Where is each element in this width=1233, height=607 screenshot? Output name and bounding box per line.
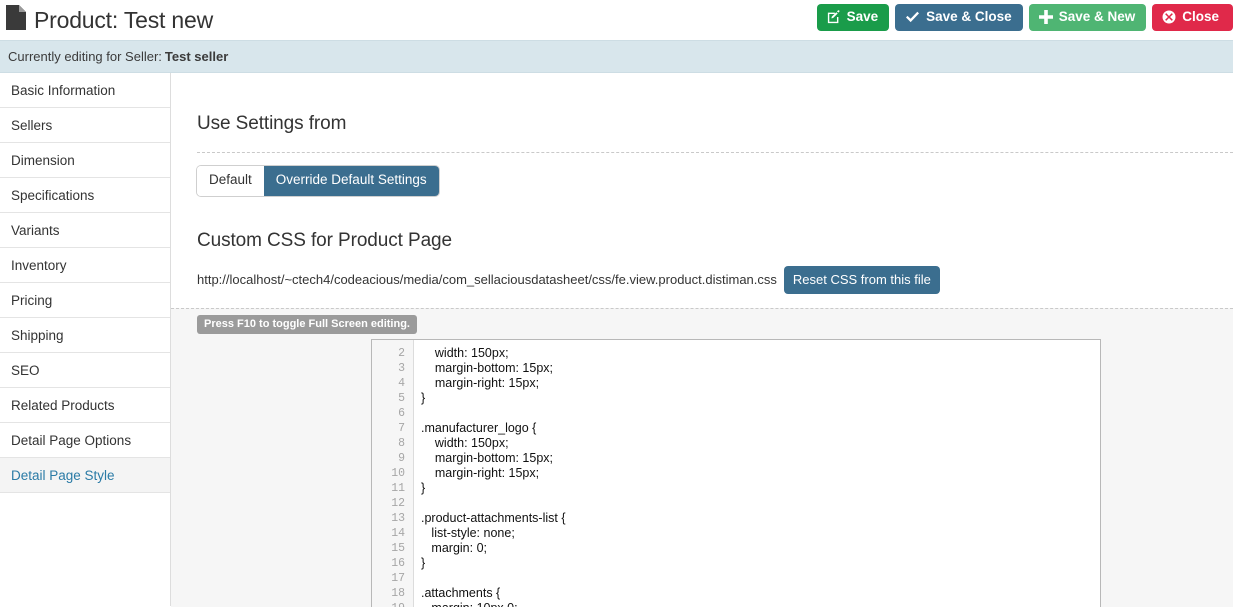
- editor-code-line[interactable]: .attachments {: [414, 586, 1100, 601]
- editor-line-number: 5: [398, 391, 405, 405]
- editor-code-line[interactable]: list-style: none;: [414, 526, 1100, 541]
- divider-1: [197, 152, 1233, 153]
- times-circle-icon: [1162, 10, 1176, 24]
- settings-option-default[interactable]: Default: [197, 166, 264, 196]
- editor-line-number: 15: [391, 541, 405, 555]
- seller-context-banner: Currently editing for Seller: Test selle…: [0, 40, 1233, 73]
- sidebar-item-detail-page-style[interactable]: Detail Page Style: [0, 458, 170, 493]
- save-button-label: Save: [846, 9, 879, 25]
- sidebar-item-specifications[interactable]: Specifications: [0, 178, 170, 213]
- editor-code-line[interactable]: margin-right: 15px;: [414, 466, 1100, 481]
- save-and-new-button[interactable]: Save & New: [1028, 4, 1147, 31]
- editor-code-line[interactable]: }: [414, 556, 1100, 571]
- seller-banner-prefix: Currently editing for Seller:: [8, 49, 162, 64]
- custom-css-heading: Custom CSS for Product Page: [197, 229, 452, 251]
- seller-banner-name: Test seller: [164, 49, 229, 64]
- sidebar-item-related-products[interactable]: Related Products: [0, 388, 170, 423]
- css-file-path: http://localhost/~ctech4/codeacious/medi…: [197, 272, 777, 288]
- sidebar-item-label: Related Products: [11, 397, 115, 413]
- editor-code-line[interactable]: margin: 10px 0;: [414, 601, 1100, 607]
- editor-code-line[interactable]: width: 150px;: [414, 346, 1100, 361]
- editor-line-number: 17: [391, 571, 405, 585]
- save-and-close-button[interactable]: Save & Close: [895, 4, 1023, 31]
- sidebar-item-label: Dimension: [11, 152, 75, 168]
- css-code-editor[interactable]: 23456789101112131415161718192021 width: …: [371, 338, 1101, 607]
- editor-line-number: 18: [391, 586, 405, 600]
- editor-line-number: 19: [372, 601, 413, 607]
- editor-line-number: 16: [391, 556, 405, 570]
- editor-line-number: 7: [398, 421, 405, 435]
- editor-code-line[interactable]: }: [414, 481, 1100, 496]
- sidebar-item-label: SEO: [11, 362, 40, 378]
- sidebar-item-label: Shipping: [11, 327, 64, 343]
- page-body: Basic Information Sellers Dimension Specifi…: [0, 73, 1233, 607]
- reset-css-button[interactable]: Reset CSS from this file: [783, 265, 940, 294]
- editor-code-line[interactable]: margin-right: 15px;: [414, 376, 1100, 391]
- sidebar-item-sellers[interactable]: Sellers: [0, 108, 170, 143]
- editor-line-number: 14: [391, 526, 405, 540]
- sidebar-item-label: Detail Page Options: [11, 432, 132, 448]
- sidebar-nav: Basic Information Sellers Dimension Specifi…: [0, 73, 171, 606]
- sidebar-item-seo[interactable]: SEO: [0, 353, 170, 388]
- editor-zone: Press F10 to toggle Full Screen editing.…: [171, 307, 1233, 607]
- sidebar-item-label: Pricing: [11, 292, 53, 308]
- page-title: Product: Test new: [6, 4, 213, 36]
- editor-code-line[interactable]: width: 150px;: [414, 436, 1100, 451]
- editor-line-number: 6: [398, 406, 405, 420]
- sidebar-item-label: Detail Page Style: [11, 467, 115, 483]
- page-header: Product: Test new Save Save & Close Save…: [0, 0, 1233, 40]
- sidebar-item-label: Variants: [11, 222, 60, 238]
- editor-code-line[interactable]: margin: 0;: [414, 541, 1100, 556]
- save-button[interactable]: Save: [816, 4, 890, 31]
- close-button-label: Close: [1182, 9, 1219, 25]
- sidebar-item-label: Specifications: [11, 187, 95, 203]
- sidebar-item-label: Basic Information: [11, 82, 116, 98]
- editor-line-number: 8: [398, 436, 405, 450]
- sidebar-item-detail-page-options[interactable]: Detail Page Options: [0, 423, 170, 458]
- editor-code-line[interactable]: margin-bottom: 15px;: [414, 361, 1100, 376]
- pencil-square-icon: [827, 10, 841, 24]
- page-title-text: Product: Test new: [34, 6, 213, 33]
- editor-line-number: 10: [391, 466, 405, 480]
- editor-line-number: 3: [398, 361, 405, 375]
- sidebar-item-inventory[interactable]: Inventory: [0, 248, 170, 283]
- use-settings-button-group[interactable]: Default Override Default Settings: [197, 166, 439, 196]
- css-file-row: http://localhost/~ctech4/codeacious/medi…: [197, 265, 1233, 294]
- main-panel: Use Settings from Default Override Defaul…: [171, 73, 1233, 607]
- editor-code-line[interactable]: .manufacturer_logo {: [414, 421, 1100, 436]
- settings-option-override-default-settings[interactable]: Override Default Settings: [263, 166, 439, 196]
- sidebar-item-pricing[interactable]: Pricing: [0, 283, 170, 318]
- document-icon: [6, 4, 26, 36]
- editor-line-number: 2: [398, 346, 405, 360]
- check-icon: [905, 11, 920, 24]
- sidebar-item-label: Inventory: [11, 257, 67, 273]
- use-settings-heading: Use Settings from: [197, 113, 347, 134]
- editor-code-line[interactable]: }: [414, 391, 1100, 406]
- save-and-close-label: Save & Close: [926, 9, 1012, 25]
- sidebar-item-dimension[interactable]: Dimension: [0, 143, 170, 178]
- editor-code-line[interactable]: [414, 406, 1100, 421]
- editor-code-line[interactable]: .product-attachments-list {: [414, 511, 1100, 526]
- editor-line-number-gutter: 23456789101112131415161718192021: [372, 339, 414, 607]
- sidebar-item-basic-information[interactable]: Basic Information: [0, 73, 170, 108]
- editor-code-area[interactable]: width: 150px; margin-bottom: 15px; margi…: [414, 340, 1100, 607]
- editor-line-number: 4: [398, 376, 405, 390]
- toolbar: Save Save & Close Save & New Close: [816, 4, 1233, 31]
- fullscreen-hint-badge: Press F10 to toggle Full Screen editing.: [197, 314, 417, 334]
- close-button[interactable]: Close: [1152, 4, 1233, 31]
- save-and-new-label: Save & New: [1058, 9, 1136, 25]
- editor-code-line[interactable]: [414, 496, 1100, 511]
- sidebar-item-shipping[interactable]: Shipping: [0, 318, 170, 353]
- editor-line-number: 9: [398, 451, 405, 465]
- editor-line-number: 13: [391, 511, 405, 525]
- editor-line-number: 12: [391, 496, 405, 510]
- editor-line-number: 11: [391, 481, 405, 495]
- editor-code-line[interactable]: [414, 571, 1100, 586]
- sidebar-item-label: Sellers: [11, 117, 53, 133]
- sidebar-item-variants[interactable]: Variants: [0, 213, 170, 248]
- editor-code-line[interactable]: margin-bottom: 15px;: [414, 451, 1100, 466]
- plus-icon: [1038, 10, 1053, 24]
